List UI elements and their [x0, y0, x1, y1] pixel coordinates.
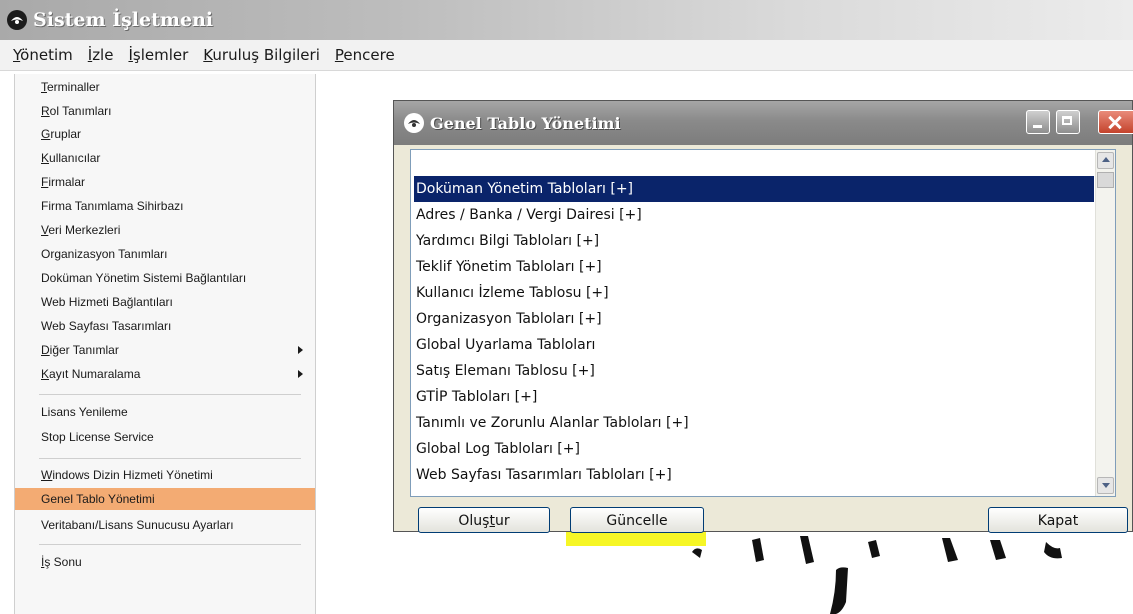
- yonetim-dropdown-menu: Terminaller Rol Tanımları Gruplar Kullan…: [14, 74, 316, 614]
- dropdown-item-diger-tanimlar[interactable]: Diğer Tanımlar: [15, 339, 315, 361]
- menu-separator: [39, 394, 301, 395]
- dd-label: ş Sonu: [44, 555, 82, 569]
- kapat-button[interactable]: Kapat: [988, 507, 1128, 533]
- dropdown-item-stop-license-service[interactable]: Stop License Service: [15, 426, 315, 448]
- vertical-scrollbar[interactable]: [1095, 150, 1115, 496]
- list-item[interactable]: Tanımlı ve Zorunlu Alanlar Tabloları [+]: [414, 410, 1094, 436]
- dropdown-item-web-sayfasi-tasarimlari[interactable]: Web Sayfası Tasarımları: [15, 315, 315, 337]
- menu-kurulus-label: uruluş Bilgileri: [212, 46, 320, 64]
- list-item[interactable]: [414, 150, 1094, 176]
- menu-izle[interactable]: İzle: [88, 46, 114, 64]
- table-list[interactable]: Doküman Yönetim Tabloları [+] Adres / Ba…: [410, 149, 1116, 497]
- list-item[interactable]: Yardımcı Bilgi Tabloları [+]: [414, 228, 1094, 254]
- scroll-down-icon[interactable]: [1097, 477, 1114, 494]
- app-title-bar: Sistem İşletmeni: [0, 0, 1133, 40]
- dropdown-item-organizasyon-tanimlari[interactable]: Organizasyon Tanımları: [15, 243, 315, 265]
- dd-label: Web Sayfası Tasarımları: [41, 319, 172, 333]
- dd-mnemonic: K: [41, 367, 50, 381]
- dropdown-item-firma-tanimlama-sihirbazi[interactable]: Firma Tanımlama Sihirbazı: [15, 195, 315, 217]
- menu-islemler-label: şlemler: [132, 46, 189, 64]
- list-item[interactable]: Teklif Yönetim Tabloları [+]: [414, 254, 1094, 280]
- scroll-up-icon[interactable]: [1097, 152, 1114, 169]
- genel-tablo-yonetimi-dialog: Genel Tablo Yönetimi Doküman Yönetim Tab…: [393, 100, 1133, 533]
- dropdown-item-windows-dizin-hizmeti[interactable]: Windows Dizin Hizmeti Yönetimi: [15, 464, 315, 486]
- dd-mnemonic: R: [41, 104, 50, 118]
- dd-label: Stop License Service: [41, 430, 154, 444]
- menu-pencere[interactable]: Pencere: [335, 46, 395, 64]
- dropdown-item-kullanicilar[interactable]: Kullanıcılar: [15, 147, 315, 169]
- guncelle-button[interactable]: Güncelle: [570, 507, 704, 533]
- submenu-arrow-icon: [298, 346, 303, 354]
- dd-label: ol Tanımları: [49, 104, 112, 118]
- menu-izle-label: zle: [92, 46, 114, 64]
- menu-yonetim[interactable]: Yönetim: [13, 46, 73, 64]
- dropdown-item-rol-tanimlari[interactable]: Rol Tanımları: [15, 100, 315, 122]
- menu-islemler[interactable]: İşlemler: [128, 46, 188, 64]
- dialog-logo-icon: [404, 113, 424, 133]
- dd-mnemonic: W: [41, 468, 53, 482]
- dropdown-item-gruplar[interactable]: Gruplar: [15, 123, 315, 145]
- app-title: Sistem İşletmeni: [33, 9, 214, 31]
- dd-label: eri Merkezleri: [48, 223, 121, 237]
- close-icon[interactable]: [1098, 110, 1133, 134]
- list-item[interactable]: Global Uyarlama Tabloları: [414, 332, 1094, 358]
- olustur-label-post: ur: [494, 513, 510, 529]
- dropdown-item-is-sonu[interactable]: İş Sonu: [15, 551, 315, 573]
- list-item[interactable]: GTİP Tabloları [+]: [414, 384, 1094, 410]
- dropdown-item-web-hizmeti-baglantilari[interactable]: Web Hizmeti Bağlantıları: [15, 291, 315, 313]
- dd-mnemonic: D: [41, 343, 50, 357]
- olustur-label-pre: Oluş: [458, 513, 490, 529]
- menu-separator: [39, 458, 301, 459]
- menu-yonetim-label: önetim: [20, 46, 73, 64]
- dd-label: ayıt Numaralama: [49, 367, 141, 381]
- dd-label: Web Hizmeti Bağlantıları: [41, 295, 173, 309]
- dd-label: Doküman Yönetim Sistemi Bağlantıları: [41, 271, 247, 285]
- dialog-title: Genel Tablo Yönetimi: [430, 113, 621, 133]
- dd-label: ullanıcılar: [49, 151, 101, 165]
- olustur-button[interactable]: Oluştur: [418, 507, 550, 533]
- dd-label: Organizasyon Tanımları: [41, 247, 168, 261]
- minimize-icon[interactable]: [1026, 110, 1050, 134]
- maximize-icon[interactable]: [1056, 110, 1080, 134]
- dropdown-item-lisans-yenileme[interactable]: Lisans Yenileme: [15, 401, 315, 423]
- list-item[interactable]: Organizasyon Tabloları [+]: [414, 306, 1094, 332]
- dd-label: erminaller: [47, 80, 100, 94]
- dd-label: indows Dizin Hizmeti Yönetimi: [52, 468, 213, 482]
- menu-pencere-label: encere: [343, 46, 395, 64]
- list-item-selected[interactable]: Doküman Yönetim Tabloları [+]: [414, 176, 1094, 202]
- dropdown-item-dokuman-yonetim-sistemi[interactable]: Doküman Yönetim Sistemi Bağlantıları: [15, 267, 315, 289]
- dd-label: Lisans Yenileme: [41, 405, 128, 419]
- list-item[interactable]: Satış Elemanı Tablosu [+]: [414, 358, 1094, 384]
- submenu-arrow-icon: [298, 370, 303, 378]
- list-item[interactable]: Global Log Tabloları [+]: [414, 436, 1094, 462]
- dropdown-item-firmalar[interactable]: Firmalar: [15, 171, 315, 193]
- dd-label: Genel Tablo Yönetimi: [41, 492, 155, 506]
- list-item[interactable]: Web Sayfası Tasarımları Tabloları [+]: [414, 462, 1094, 488]
- dd-mnemonic: G: [41, 127, 51, 141]
- dd-label: Firma Tanımlama Sihirbazı: [41, 199, 184, 213]
- menu-separator: [39, 544, 301, 545]
- dropdown-item-terminaller[interactable]: Terminaller: [15, 76, 315, 98]
- dd-label: ruplar: [50, 127, 82, 141]
- menu-kurulus-bilgileri[interactable]: Kuruluş Bilgileri: [203, 46, 320, 64]
- list-item[interactable]: Kullanıcı İzleme Tablosu [+]: [414, 280, 1094, 306]
- scroll-thumb[interactable]: [1097, 172, 1114, 188]
- background-drawing: [692, 536, 1062, 614]
- list-item[interactable]: Adres / Banka / Vergi Dairesi [+]: [414, 202, 1094, 228]
- dialog-title-bar[interactable]: Genel Tablo Yönetimi: [394, 101, 1133, 145]
- menu-bar: Yönetim İzle İşlemler Kuruluş Bilgileri …: [0, 40, 1133, 71]
- dd-mnemonic: K: [41, 151, 50, 165]
- app-logo-icon: [7, 10, 27, 30]
- dd-label: iğer Tanımlar: [49, 343, 119, 357]
- dd-label: irmalar: [48, 175, 86, 189]
- dropdown-item-kayit-numaralama[interactable]: Kayıt Numaralama: [15, 363, 315, 385]
- dropdown-item-veritabani-lisans-sunucusu[interactable]: Veritabanı/Lisans Sunucusu Ayarları: [15, 514, 315, 536]
- dd-label: Veritabanı/Lisans Sunucusu Ayarları: [41, 518, 234, 532]
- dropdown-item-genel-tablo-yonetimi[interactable]: Genel Tablo Yönetimi: [15, 488, 315, 510]
- dropdown-item-veri-merkezleri[interactable]: Veri Merkezleri: [15, 219, 315, 241]
